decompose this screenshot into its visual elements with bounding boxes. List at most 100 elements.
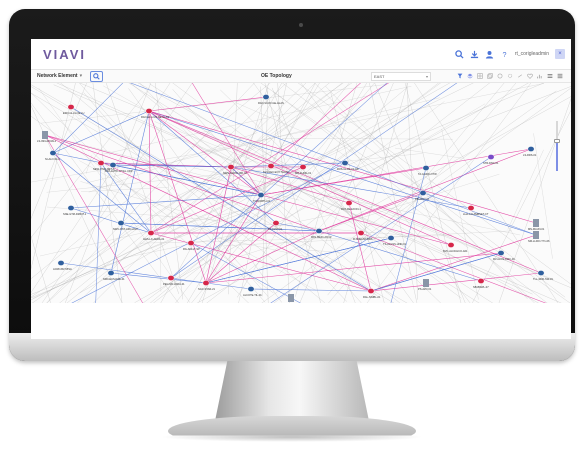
node-router-icon (367, 288, 375, 294)
node-router-icon (487, 154, 495, 160)
node-router-icon (147, 230, 155, 236)
node-router-icon (109, 162, 117, 168)
node-label: ACRN-BLT-BSA (53, 267, 72, 271)
zoom-slider[interactable] (554, 121, 560, 171)
node-label: GHS-LX-AERA-01 (143, 237, 165, 241)
refresh-icon[interactable] (497, 73, 503, 79)
node-label: R-NNELAD-BRA (353, 237, 373, 241)
user-icon[interactable] (485, 50, 494, 59)
node-router-icon (422, 165, 430, 171)
node-router-icon (49, 150, 57, 156)
node-label: RJ-ALNT-01 (268, 227, 283, 231)
user-badge[interactable]: × (555, 49, 565, 59)
user-name[interactable]: rt_corigleadmin (515, 51, 549, 57)
svg-text:?: ? (502, 50, 506, 59)
node-label: RAO-ELG.UN.NE.GLAS (141, 115, 169, 119)
node-router-icon (67, 104, 75, 110)
node-router-icon (467, 205, 475, 211)
node-router-icon (419, 190, 427, 196)
topology-graph[interactable]: EDO-GLL1.OE.LU RAO-VLOO.GE-HLAS RAO-ELG.UN… (31, 83, 571, 303)
copy-icon[interactable] (487, 73, 493, 79)
node-label: MN-MAUN-01 (528, 227, 545, 231)
monitor-stand-neck (215, 361, 369, 421)
help-icon[interactable]: ? (500, 50, 509, 59)
network-element-select-label: Network Element (37, 73, 78, 79)
node-label: TS-ALGSS-HND-01 (383, 242, 407, 246)
node-router-icon (202, 280, 210, 286)
app-footer (31, 303, 571, 339)
node-label: MR-AUNG-01 (295, 171, 312, 175)
node-label: SRD-EUS-RAE-01 (103, 277, 125, 281)
node-label: ALCOTE-TIL-01 (243, 293, 262, 297)
toolbar-icon-group (457, 73, 563, 79)
node-label: NWS-GLDNL-RD-02 (223, 171, 247, 175)
node-router-icon (537, 270, 545, 276)
grid-icon[interactable] (477, 73, 483, 79)
topology-canvas[interactable]: EDO-GLL1.OE.LU RAO-VLOO.GE-HLAS RAO-ELG.UN… (31, 83, 571, 303)
node-label: NB-BRWL-07 (473, 285, 489, 289)
node-label: RAO-VLOO.GE-HLAS (258, 101, 284, 105)
node-label: TLL-3000-SW-01 (533, 277, 553, 281)
chevron-down-icon: ▾ (425, 73, 428, 79)
link-icon[interactable] (517, 73, 523, 79)
topology-search-button[interactable] (90, 70, 104, 82)
download-icon[interactable] (470, 50, 479, 59)
node-device-icon (423, 279, 429, 287)
node-label: NI-ALO.01-A (45, 157, 60, 161)
node-label: PEG-ND-LNDA-01 (163, 282, 185, 286)
node-router-icon (497, 250, 505, 256)
node-router-icon (167, 275, 175, 281)
search-icon (93, 72, 100, 80)
zoom-fill (556, 141, 558, 171)
filter-icon[interactable] (457, 73, 463, 79)
node-router-icon (145, 108, 153, 114)
chevron-down-icon: ▾ (79, 73, 83, 79)
node-label: NM-LLDIO-T71-06 (528, 239, 550, 243)
node-router-icon (187, 240, 195, 246)
node-label: RVC-ALNCHCO-A01 (443, 249, 468, 253)
node-device-icon (533, 219, 539, 227)
settings-icon[interactable] (507, 73, 513, 79)
network-element-select[interactable]: Network Element ▾ (37, 73, 82, 79)
node-label: SGC-STAR-21 (198, 287, 216, 291)
node-label: RAT-DE-EXON-1 (341, 207, 361, 211)
node-router-icon (262, 94, 270, 100)
node-device-icon (533, 231, 539, 239)
node-device-icon (42, 131, 48, 139)
app-screen: VIAVI ? rt_corigleadmin × Network Elemen… (31, 39, 571, 339)
app-logo: VIAVI (43, 46, 86, 62)
node-router-icon (227, 164, 235, 170)
node-device-icon (288, 294, 294, 302)
chart-icon[interactable] (537, 73, 543, 79)
node-router-icon (315, 228, 323, 234)
node-router-icon (357, 230, 365, 236)
node-router-icon (272, 220, 280, 226)
node-label: PS-AZO.01 (418, 287, 432, 291)
node-label: LHA-LALAMBNET-CT (463, 212, 489, 216)
node-router-icon (257, 192, 265, 198)
node-label: STR-DNG.01 (483, 161, 499, 165)
heart-icon[interactable] (527, 73, 533, 79)
node-label: NWC-DST-ARC-AGX (113, 227, 138, 231)
view-title: OE Topology (261, 73, 292, 79)
layout-select-value: EAST (374, 73, 385, 79)
sliders-icon[interactable] (547, 73, 553, 79)
node-router-icon (117, 220, 125, 226)
topology-toolbar: Network Element ▾ OE Topology EAST ▾ (31, 70, 571, 83)
zoom-knob[interactable] (554, 139, 560, 143)
layers-icon[interactable] (467, 73, 473, 79)
node-label: PB-ADLY-01 (415, 197, 430, 201)
node-router-icon (345, 200, 353, 206)
node-label: PAN-MER-LRC-R (311, 235, 332, 239)
node-label: LS-RRS-01 (523, 153, 537, 157)
more-icon[interactable] (557, 73, 563, 79)
app-header: VIAVI ? rt_corigleadmin × (31, 39, 571, 70)
search-icon[interactable] (455, 49, 464, 59)
layout-select[interactable]: EAST ▾ (371, 71, 431, 81)
node-label: RG-ADLLT-SP (183, 247, 200, 251)
node-label: LS-INN-ADVAL1 (37, 139, 57, 143)
node-router-icon (247, 286, 255, 292)
node-router-icon (341, 160, 349, 166)
header-actions: ? rt_corigleadmin × (455, 49, 565, 59)
node-router-icon (447, 242, 455, 248)
